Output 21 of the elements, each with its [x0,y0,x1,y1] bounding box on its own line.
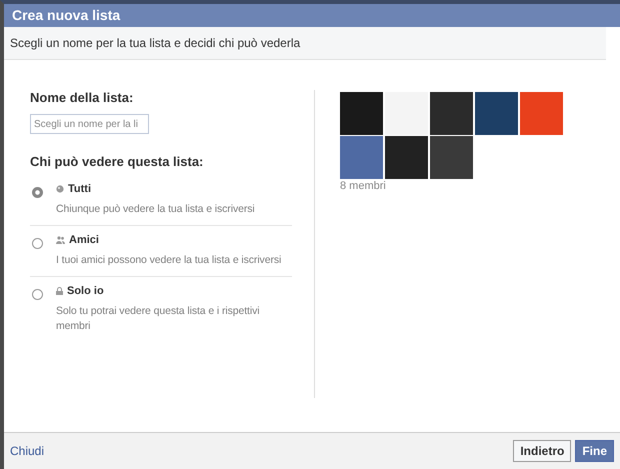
people-icon [56,236,65,244]
done-button[interactable]: Fine [575,440,614,462]
option-description: I tuoi amici possono vedere la tua lista e iscriversi [56,253,282,268]
back-button[interactable]: Indietro [513,440,572,462]
section-label: Chi può vedere questa lista: [30,154,204,169]
option-title: Amici [69,234,99,246]
option-description: Chiunque può vedere la tua lista e iscriversi [56,202,255,217]
option-title: Tutti [68,183,92,195]
member-count: 8 membri [340,180,387,192]
radio-button[interactable] [32,289,43,300]
dialog-subtitle: Scegli un nome per la tua lista e decidi chi può vederla [4,27,606,60]
option-title: Solo io [67,285,104,297]
lock-icon [56,287,63,295]
radio-button[interactable] [32,187,43,198]
list-name-field[interactable]: Scegli un nome per la li [30,114,149,134]
field-label: Nome della lista: [30,90,134,105]
close-link[interactable]: Chiudi [10,444,510,458]
radio-button[interactable] [32,238,43,249]
option-description: Solo tu potrai vedere questa lista e i rispettivi membri [56,304,260,334]
dialog-title: Crea nuova lista [4,4,620,27]
globe-icon [56,185,64,193]
